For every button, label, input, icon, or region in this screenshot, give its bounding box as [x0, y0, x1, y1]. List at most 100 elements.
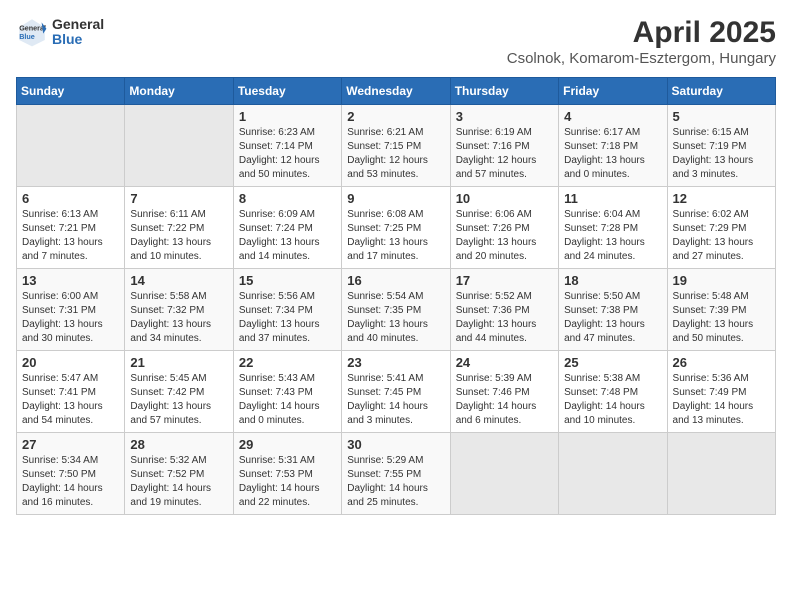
- day-number: 2: [347, 109, 444, 124]
- calendar-cell: 3Sunrise: 6:19 AMSunset: 7:16 PMDaylight…: [450, 105, 558, 187]
- calendar-cell: [17, 105, 125, 187]
- day-detail: Sunrise: 5:48 AMSunset: 7:39 PMDaylight:…: [673, 290, 770, 346]
- day-detail: Sunrise: 5:38 AMSunset: 7:48 PMDaylight:…: [564, 372, 661, 428]
- day-number: 11: [564, 191, 661, 206]
- day-number: 19: [673, 273, 770, 288]
- day-number: 7: [130, 191, 227, 206]
- calendar-cell: [125, 105, 233, 187]
- calendar-cell: 21Sunrise: 5:45 AMSunset: 7:42 PMDayligh…: [125, 351, 233, 433]
- day-detail: Sunrise: 6:15 AMSunset: 7:19 PMDaylight:…: [673, 126, 770, 182]
- calendar-cell: 2 Sunrise: 6:21 AMSunset: 7:15 PMDaylight…: [342, 105, 450, 187]
- day-number: 4: [564, 109, 661, 124]
- day-number: 6: [22, 191, 119, 206]
- day-detail: Sunrise: 6:21 AMSunset: 7:15 PMDaylight:…: [347, 126, 444, 182]
- day-detail: Sunrise: 5:32 AMSunset: 7:52 PMDaylight:…: [130, 454, 227, 510]
- day-number: 23: [347, 355, 444, 370]
- calendar-cell: 19 Sunrise: 5:48 AMSunset: 7:39 PMDayligh…: [667, 269, 775, 351]
- header: General Blue General Blue April 2025 Cso…: [16, 16, 776, 67]
- calendar-cell: 17 Sunrise: 5:52 AMSunset: 7:36 PMDayligh…: [450, 269, 558, 351]
- logo-general-text: General: [52, 17, 104, 32]
- day-detail: Sunrise: 5:50 AMSunset: 7:38 PMDaylight:…: [564, 290, 661, 346]
- calendar-cell: 24 Sunrise: 5:39 AMSunset: 7:46 PMDayligh…: [450, 351, 558, 433]
- page-subtitle: Csolnok, Komarom-Esztergom, Hungary: [507, 50, 776, 67]
- day-detail: Sunrise: 6:13 AMSunset: 7:21 PMDaylight:…: [22, 208, 119, 264]
- day-number: 1: [239, 109, 336, 124]
- day-number: 22: [239, 355, 336, 370]
- weekday-header-sunday: Sunday: [17, 78, 125, 105]
- day-number: 24: [456, 355, 553, 370]
- calendar: SundayMondayTuesdayWednesdayThursdayFrid…: [16, 77, 776, 515]
- calendar-cell: [559, 433, 667, 515]
- calendar-cell: 5 Sunrise: 6:15 AMSunset: 7:19 PMDaylight…: [667, 105, 775, 187]
- calendar-cell: 16Sunrise: 5:54 AMSunset: 7:35 PMDayligh…: [342, 269, 450, 351]
- day-detail: Sunrise: 5:52 AMSunset: 7:36 PMDaylight:…: [456, 290, 553, 346]
- calendar-cell: 22Sunrise: 5:43 AMSunset: 7:43 PMDayligh…: [233, 351, 341, 433]
- calendar-cell: 1 Sunrise: 6:23 AMSunset: 7:14 PMDaylight…: [233, 105, 341, 187]
- day-detail: Sunrise: 5:36 AMSunset: 7:49 PMDaylight:…: [673, 372, 770, 428]
- day-detail: Sunrise: 5:58 AMSunset: 7:32 PMDaylight:…: [130, 290, 227, 346]
- calendar-cell: 23Sunrise: 5:41 AMSunset: 7:45 PMDayligh…: [342, 351, 450, 433]
- calendar-cell: 29 Sunrise: 5:31 AMSunset: 7:53 PMDayligh…: [233, 433, 341, 515]
- calendar-cell: [450, 433, 558, 515]
- day-detail: Sunrise: 6:09 AMSunset: 7:24 PMDaylight:…: [239, 208, 336, 264]
- weekday-header-wednesday: Wednesday: [342, 78, 450, 105]
- day-number: 5: [673, 109, 770, 124]
- day-detail: Sunrise: 6:04 AMSunset: 7:28 PMDaylight:…: [564, 208, 661, 264]
- week-row-2: 6 Sunrise: 6:13 AMSunset: 7:21 PMDaylight…: [17, 187, 776, 269]
- day-detail: Sunrise: 5:45 AMSunset: 7:42 PMDaylight:…: [130, 372, 227, 428]
- day-number: 13: [22, 273, 119, 288]
- day-detail: Sunrise: 5:31 AMSunset: 7:53 PMDaylight:…: [239, 454, 336, 510]
- day-detail: Sunrise: 6:06 AMSunset: 7:26 PMDaylight:…: [456, 208, 553, 264]
- calendar-cell: 10Sunrise: 6:06 AMSunset: 7:26 PMDayligh…: [450, 187, 558, 269]
- weekday-header-row: SundayMondayTuesdayWednesdayThursdayFrid…: [17, 78, 776, 105]
- day-number: 9: [347, 191, 444, 206]
- day-detail: Sunrise: 5:56 AMSunset: 7:34 PMDaylight:…: [239, 290, 336, 346]
- day-number: 17: [456, 273, 553, 288]
- calendar-cell: 8 Sunrise: 6:09 AMSunset: 7:24 PMDaylight…: [233, 187, 341, 269]
- week-row-4: 20 Sunrise: 5:47 AMSunset: 7:41 PMDayligh…: [17, 351, 776, 433]
- day-number: 30: [347, 437, 444, 452]
- day-number: 25: [564, 355, 661, 370]
- calendar-cell: 6 Sunrise: 6:13 AMSunset: 7:21 PMDaylight…: [17, 187, 125, 269]
- week-row-1: 1 Sunrise: 6:23 AMSunset: 7:14 PMDaylight…: [17, 105, 776, 187]
- weekday-header-monday: Monday: [125, 78, 233, 105]
- day-detail: Sunrise: 5:29 AMSunset: 7:55 PMDaylight:…: [347, 454, 444, 510]
- day-number: 26: [673, 355, 770, 370]
- svg-text:Blue: Blue: [19, 32, 35, 41]
- calendar-cell: 30 Sunrise: 5:29 AMSunset: 7:55 PMDayligh…: [342, 433, 450, 515]
- day-detail: Sunrise: 6:17 AMSunset: 7:18 PMDaylight:…: [564, 126, 661, 182]
- calendar-cell: 28 Sunrise: 5:32 AMSunset: 7:52 PMDayligh…: [125, 433, 233, 515]
- day-number: 27: [22, 437, 119, 452]
- day-number: 14: [130, 273, 227, 288]
- day-detail: Sunrise: 6:11 AMSunset: 7:22 PMDaylight:…: [130, 208, 227, 264]
- day-number: 29: [239, 437, 336, 452]
- day-number: 28: [130, 437, 227, 452]
- calendar-cell: 27Sunrise: 5:34 AMSunset: 7:50 PMDayligh…: [17, 433, 125, 515]
- day-number: 12: [673, 191, 770, 206]
- weekday-header-thursday: Thursday: [450, 78, 558, 105]
- day-number: 20: [22, 355, 119, 370]
- weekday-header-tuesday: Tuesday: [233, 78, 341, 105]
- day-number: 18: [564, 273, 661, 288]
- calendar-cell: 7 Sunrise: 6:11 AMSunset: 7:22 PMDaylight…: [125, 187, 233, 269]
- title-area: April 2025 Csolnok, Komarom-Esztergom, H…: [507, 16, 776, 67]
- logo: General Blue General Blue: [16, 16, 104, 48]
- calendar-cell: 12 Sunrise: 6:02 AMSunset: 7:29 PMDayligh…: [667, 187, 775, 269]
- calendar-cell: 11 Sunrise: 6:04 AMSunset: 7:28 PMDayligh…: [559, 187, 667, 269]
- day-detail: Sunrise: 5:54 AMSunset: 7:35 PMDaylight:…: [347, 290, 444, 346]
- weekday-header-saturday: Saturday: [667, 78, 775, 105]
- calendar-cell: [667, 433, 775, 515]
- day-detail: Sunrise: 6:02 AMSunset: 7:29 PMDaylight:…: [673, 208, 770, 264]
- calendar-cell: 9Sunrise: 6:08 AMSunset: 7:25 PMDaylight…: [342, 187, 450, 269]
- day-number: 3: [456, 109, 553, 124]
- week-row-5: 27Sunrise: 5:34 AMSunset: 7:50 PMDayligh…: [17, 433, 776, 515]
- logo-icon: General Blue: [16, 16, 48, 48]
- day-number: 8: [239, 191, 336, 206]
- weekday-header-friday: Friday: [559, 78, 667, 105]
- day-detail: Sunrise: 6:23 AMSunset: 7:14 PMDaylight:…: [239, 126, 336, 182]
- calendar-cell: 4 Sunrise: 6:17 AMSunset: 7:18 PMDaylight…: [559, 105, 667, 187]
- calendar-cell: 13Sunrise: 6:00 AMSunset: 7:31 PMDayligh…: [17, 269, 125, 351]
- day-detail: Sunrise: 5:47 AMSunset: 7:41 PMDaylight:…: [22, 372, 119, 428]
- day-detail: Sunrise: 5:39 AMSunset: 7:46 PMDaylight:…: [456, 372, 553, 428]
- calendar-cell: 14 Sunrise: 5:58 AMSunset: 7:32 PMDayligh…: [125, 269, 233, 351]
